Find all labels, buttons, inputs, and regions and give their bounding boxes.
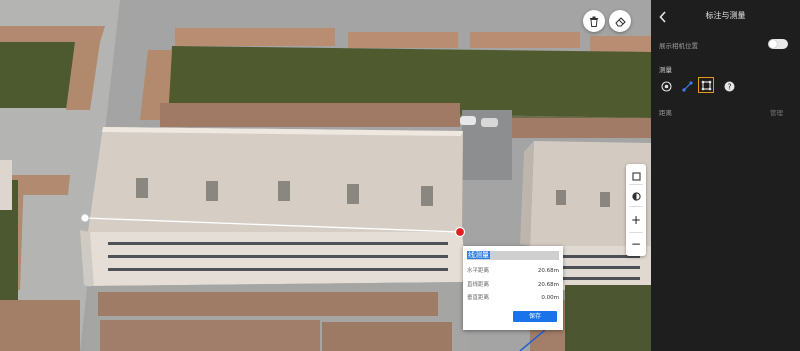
zoom-in-button[interactable]: + <box>626 211 646 229</box>
compass-button[interactable] <box>626 186 646 204</box>
line-tool-button[interactable] <box>680 79 694 93</box>
help-tool-button[interactable]: ? <box>722 79 736 93</box>
svg-text:?: ? <box>727 82 731 91</box>
row-value: 20.68m <box>537 268 559 274</box>
panel-title: 标注与测量 <box>705 11 746 20</box>
save-button[interactable]: 保存 <box>513 311 557 322</box>
eraser-icon <box>614 12 626 31</box>
row-label: 水平距离 <box>467 268 490 274</box>
zoom-out-button[interactable]: − <box>626 235 646 253</box>
layer-square-icon <box>631 166 641 185</box>
vertical-distance-row: 垂直距离 0.00m <box>467 293 559 303</box>
help-icon: ? <box>724 77 735 96</box>
manage-link[interactable]: 管理 <box>770 107 783 117</box>
area-tool-button[interactable] <box>698 77 714 93</box>
area-icon <box>701 76 712 95</box>
distance-section-label: 距离 <box>659 109 672 117</box>
point-tool-button[interactable] <box>659 79 673 93</box>
layer-square-button[interactable] <box>626 166 646 184</box>
row-value: 0.00m <box>541 295 559 301</box>
measurement-popup: 线测量 水平距离 20.68m 直线距离 20.68m 垂直距离 0.00m 保… <box>463 246 563 330</box>
compass-icon <box>631 186 641 205</box>
measurement-name-text: 线测量 <box>467 251 490 259</box>
toggle-knob <box>769 40 777 48</box>
divider <box>629 232 643 233</box>
trash-icon <box>589 12 599 31</box>
row-label: 垂直距离 <box>467 295 490 301</box>
line-icon <box>681 77 693 96</box>
row-label: 直线距离 <box>467 282 490 288</box>
show-camera-position-toggle[interactable] <box>768 39 788 49</box>
measurement-name-field[interactable]: 线测量 <box>467 251 559 260</box>
straight-distance-row: 直线距离 20.68m <box>467 280 559 290</box>
divider <box>629 206 643 207</box>
horizontal-distance-row: 水平距离 20.68m <box>467 266 559 276</box>
show-camera-position-label: 展示相机位置 <box>659 42 698 50</box>
eraser-button[interactable] <box>609 10 631 32</box>
measure-section-label: 测量 <box>659 66 672 74</box>
row-value: 20.68m <box>537 282 559 288</box>
annotation-measure-panel <box>651 0 800 351</box>
aerial-map-view[interactable]: + − 线测量 水平距离 20.68m 直线距离 20.68m 垂直距离 0.0… <box>0 0 651 351</box>
point-icon <box>660 77 672 96</box>
delete-button[interactable] <box>583 10 605 32</box>
map-tool-stack: + − <box>626 164 646 256</box>
